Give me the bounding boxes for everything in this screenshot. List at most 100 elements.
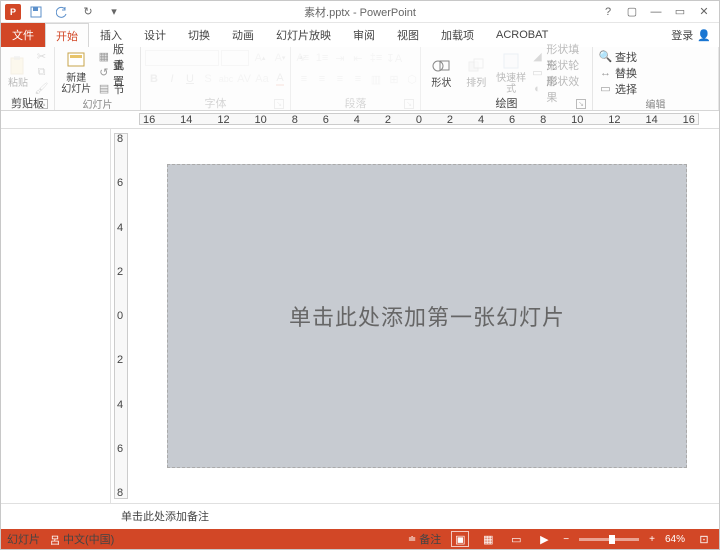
spacing-button[interactable]: AV <box>235 70 253 88</box>
align-text-button[interactable]: ⊞ <box>385 70 403 88</box>
font-size-dropdown[interactable] <box>221 50 249 66</box>
status-bar: 幻灯片 呂 中文(中国) ≐ 备注 ▣ ▦ ▭ ▶ − + 64% ⊡ <box>1 529 719 549</box>
increase-font-button[interactable]: A▴ <box>251 49 269 67</box>
new-slide-button[interactable]: 新建 幻灯片 <box>59 50 94 96</box>
clipboard-launcher[interactable]: ↘ <box>38 99 48 109</box>
tab-slideshow[interactable]: 幻灯片放映 <box>265 23 342 47</box>
layout-icon: ▦ <box>98 50 110 63</box>
minimize-button[interactable]: — <box>645 2 667 22</box>
arrange-button[interactable]: 排列 <box>460 50 493 96</box>
tab-home[interactable]: 开始 <box>45 23 89 48</box>
sorter-view-button[interactable]: ▦ <box>479 531 497 547</box>
list-level-button[interactable]: ⇥ <box>331 49 349 67</box>
group-editing: 🔍查找 ↔替换 ▭选择 编辑 <box>593 47 719 110</box>
copy-button[interactable]: ⧉ <box>33 65 50 80</box>
reading-view-button[interactable]: ▭ <box>507 531 525 547</box>
drawing-launcher[interactable]: ↘ <box>576 99 586 109</box>
section-icon: ▤ <box>98 82 111 95</box>
group-clipboard: 粘贴 ✂ ⧉ 🖌 剪贴板↘ <box>1 47 55 110</box>
copy-icon: ⧉ <box>35 66 48 79</box>
status-language[interactable]: 呂 中文(中国) <box>50 531 114 547</box>
group-font: A▴ A▾ A̷ B I U S abc AV Aa A 字体↘ <box>141 47 291 110</box>
zoom-slider[interactable] <box>579 538 639 541</box>
sign-in[interactable]: 登录👤 <box>663 23 719 47</box>
underline-button[interactable]: U <box>181 70 199 88</box>
paragraph-launcher[interactable]: ↘ <box>404 99 414 109</box>
effects-icon: ◐ <box>532 82 544 95</box>
redo-button[interactable]: ↻ <box>77 2 99 22</box>
file-tab[interactable]: 文件 <box>1 23 45 47</box>
select-button[interactable]: ▭选择 <box>597 81 639 96</box>
fit-window-button[interactable]: ⊡ <box>695 531 713 547</box>
select-icon: ▭ <box>599 82 612 95</box>
replace-icon: ↔ <box>599 66 612 79</box>
tab-review[interactable]: 审阅 <box>342 23 386 47</box>
shadow-button[interactable]: abc <box>217 70 235 88</box>
tab-design[interactable]: 设计 <box>133 23 177 47</box>
smartart-button[interactable]: ⬡ <box>403 70 421 88</box>
format-painter-button[interactable]: 🖌 <box>33 81 50 96</box>
italic-button[interactable]: I <box>163 70 181 88</box>
shape-effects-button[interactable]: ◐形状效果 <box>530 81 588 96</box>
app-icon: P <box>5 4 21 20</box>
group-drawing: 形状 排列 快速样式 ◢形状填充 ▭形状轮廓 ◐形状效果 绘图↘ <box>421 47 593 110</box>
close-button[interactable]: ✕ <box>693 2 715 22</box>
quick-styles-button[interactable]: 快速样式 <box>495 50 528 96</box>
font-launcher[interactable]: ↘ <box>274 99 284 109</box>
section-button[interactable]: ▤节 <box>96 81 136 96</box>
group-paragraph: •≡ 1≡ ⇥ ⇤ ‡≡ ↧A ≡ ≡ ≡ ≡ ▥ ⊞ ⬡ 段落↘ <box>291 47 421 110</box>
font-color-button[interactable]: A <box>271 70 289 88</box>
bold-button[interactable]: B <box>145 70 163 88</box>
ribbon-tabs: 文件 开始 插入 设计 切换 动画 幻灯片放映 审阅 视图 加载项 ACROBA… <box>1 23 719 47</box>
paste-icon <box>8 56 28 76</box>
slide-canvas[interactable]: 单击此处添加第一张幻灯片 <box>135 129 719 503</box>
reset-button[interactable]: ↺重置 <box>96 65 136 80</box>
zoom-level[interactable]: 64% <box>665 534 685 545</box>
replace-button[interactable]: ↔替换 <box>597 65 639 80</box>
decrease-indent-button[interactable]: ⇤ <box>349 49 367 67</box>
tab-animations[interactable]: 动画 <box>221 23 265 47</box>
tab-view[interactable]: 视图 <box>386 23 430 47</box>
status-slide[interactable]: 幻灯片 <box>7 531 40 547</box>
align-left-button[interactable]: ≡ <box>295 70 313 88</box>
cut-button[interactable]: ✂ <box>33 49 50 64</box>
placeholder-text: 单击此处添加第一张幻灯片 <box>289 300 565 332</box>
align-right-button[interactable]: ≡ <box>331 70 349 88</box>
thumbnail-panel[interactable] <box>1 129 111 503</box>
shapes-button[interactable]: 形状 <box>425 50 458 96</box>
restore-button[interactable]: ▭ <box>669 2 691 22</box>
vertical-ruler[interactable]: 864202468 <box>111 129 135 503</box>
line-spacing-button[interactable]: ‡≡ <box>367 49 385 67</box>
align-center-button[interactable]: ≡ <box>313 70 331 88</box>
decrease-font-button[interactable]: A▾ <box>271 49 289 67</box>
save-button[interactable] <box>25 2 47 22</box>
bullets-button[interactable]: •≡ <box>295 49 313 67</box>
help-button[interactable]: ? <box>597 2 619 22</box>
columns-button[interactable]: ▥ <box>367 70 385 88</box>
numbering-button[interactable]: 1≡ <box>313 49 331 67</box>
slideshow-view-button[interactable]: ▶ <box>535 531 553 547</box>
justify-button[interactable]: ≡ <box>349 70 367 88</box>
undo-button[interactable] <box>51 2 73 22</box>
normal-view-button[interactable]: ▣ <box>451 531 469 547</box>
tab-addins[interactable]: 加载项 <box>430 23 485 47</box>
case-button[interactable]: Aa <box>253 70 271 88</box>
zoom-out-button[interactable]: − <box>563 534 569 545</box>
paste-button[interactable]: 粘贴 <box>5 50 31 96</box>
notes-pane[interactable]: 单击此处添加备注 <box>1 503 719 529</box>
zoom-in-button[interactable]: + <box>649 534 655 545</box>
font-family-dropdown[interactable] <box>145 50 219 66</box>
status-notes-toggle[interactable]: ≐ 备注 <box>408 531 441 547</box>
find-button[interactable]: 🔍查找 <box>597 49 639 64</box>
horizontal-ruler[interactable]: 1614121086420246810121416 <box>1 111 719 129</box>
tab-transitions[interactable]: 切换 <box>177 23 221 47</box>
find-icon: 🔍 <box>599 50 612 63</box>
text-direction-button[interactable]: ↧A <box>385 49 403 67</box>
slide-placeholder[interactable]: 单击此处添加第一张幻灯片 <box>167 164 687 468</box>
ribbon-options[interactable]: ▢ <box>621 2 643 22</box>
new-slide-icon <box>66 51 86 71</box>
strike-button[interactable]: S <box>199 70 217 88</box>
arrange-icon <box>466 56 486 76</box>
shapes-icon <box>431 56 451 76</box>
qat-customize[interactable]: ▾ <box>103 2 125 22</box>
